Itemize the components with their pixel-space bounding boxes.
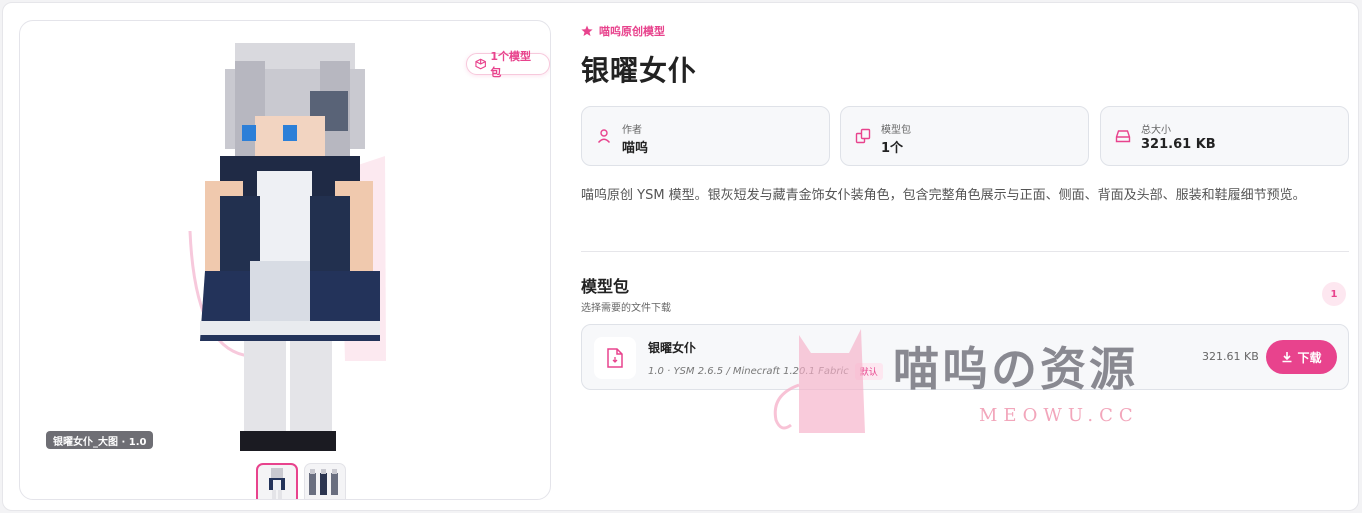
stat-author-label: 作者	[622, 125, 642, 136]
file-name: 银曜女仆	[648, 341, 697, 355]
thumbnail-views-image	[309, 469, 338, 495]
file-icon	[607, 348, 623, 368]
file-row[interactable]: 银曜女仆 1.0 · YSM 2.6.5 / Minecraft 1.20.1 …	[581, 324, 1349, 390]
page: 1个模型包 银曜女仆_大图 · 1.0 喵呜原创模型 银曜女仆 作者 喵呜 模型…	[2, 2, 1359, 511]
stat-size-value: 321.61 KB	[1141, 137, 1216, 152]
download-button[interactable]: 下载	[1266, 340, 1337, 374]
pack-count-badge: 1个模型包	[466, 50, 550, 79]
packs-count-badge: 1	[1322, 282, 1346, 306]
drive-icon	[1115, 130, 1131, 143]
stat-author-value: 喵呜	[622, 141, 649, 156]
stat-size-label: 总大小	[1141, 125, 1171, 136]
download-icon	[1282, 352, 1292, 363]
image-caption: 银曜女仆_大图 · 1.0	[46, 431, 154, 449]
star-icon	[581, 25, 593, 36]
file-meta-text: 1.0 · YSM 2.6.5 / Minecraft 1.20.1 Fabri…	[648, 366, 849, 377]
stat-packs-label: 模型包	[881, 125, 911, 136]
cube-icon	[475, 58, 486, 70]
page-title: 银曜女仆	[581, 54, 698, 87]
stat-packs: 模型包 1个	[840, 106, 1089, 166]
watermark-subtext: MEOWU.CC	[979, 405, 1139, 426]
divider	[581, 251, 1349, 252]
pack-count-text: 1个模型包	[490, 50, 531, 79]
file-icon-box	[594, 337, 636, 379]
download-button-label: 下载	[1297, 350, 1322, 365]
stat-size: 总大小 321.61 KB	[1100, 106, 1349, 166]
stat-author: 作者 喵呜	[581, 106, 830, 166]
model-render	[188, 43, 386, 451]
model-preview-card[interactable]: 1个模型包 银曜女仆_大图 · 1.0	[19, 20, 551, 500]
packs-section-subtitle: 选择需要的文件下载	[581, 303, 671, 314]
thumbnail-views[interactable]	[304, 463, 346, 499]
default-badge: 默认	[854, 363, 883, 380]
thumbnail-front[interactable]	[256, 463, 298, 499]
description: 喵呜原创 YSM 模型。银灰短发与藏青金饰女仆装角色，包含完整角色展示与正面、侧…	[581, 188, 1306, 203]
thumbnail-strip	[256, 463, 346, 499]
category-tag-text: 喵呜原创模型	[599, 25, 665, 38]
package-icon	[855, 128, 871, 144]
user-icon	[597, 129, 611, 143]
packs-section-title: 模型包	[581, 277, 630, 296]
thumbnail-front-image	[269, 468, 285, 499]
file-meta: 1.0 · YSM 2.6.5 / Minecraft 1.20.1 Fabri…	[648, 363, 883, 380]
file-size: 321.61 KB	[1202, 350, 1259, 363]
category-tag: 喵呜原创模型	[581, 23, 665, 39]
stat-packs-value: 1个	[881, 141, 904, 156]
